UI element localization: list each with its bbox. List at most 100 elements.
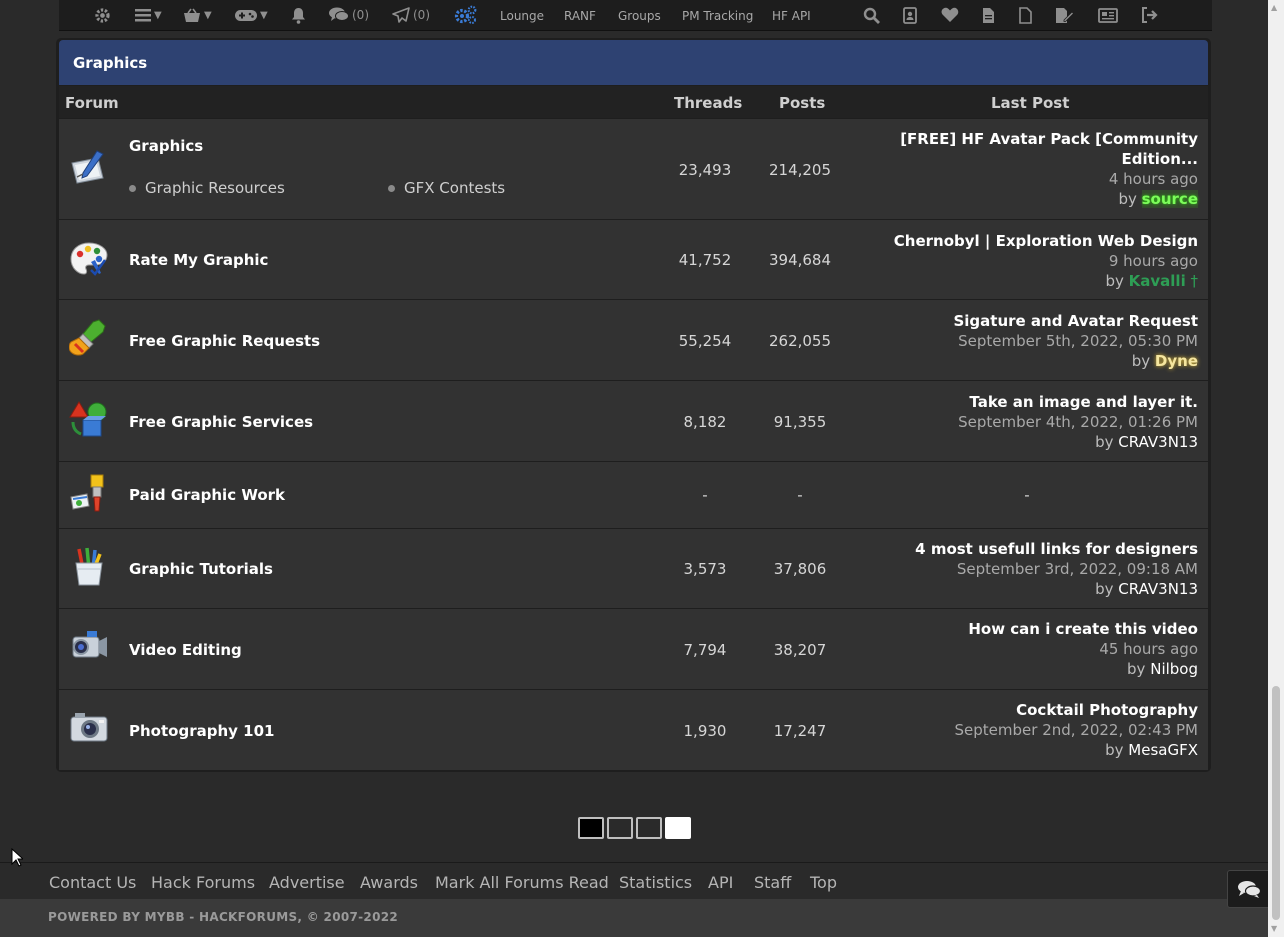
forum-name[interactable]: Paid Graphic Work: [129, 486, 285, 504]
footer-link-hackforums[interactable]: Hack Forums: [151, 873, 255, 892]
last-post-empty: -: [1024, 486, 1030, 504]
posts-count: 214,205: [768, 161, 832, 179]
scroll-up-arrow-icon[interactable]: ▲: [1271, 3, 1277, 12]
pen-tablet-icon: [69, 147, 109, 187]
last-post-user[interactable]: MesaGFX: [1128, 741, 1198, 759]
footer-link-advertise[interactable]: Advertise: [269, 873, 345, 892]
document-icon[interactable]: [982, 5, 995, 25]
conversations-count: (0): [352, 8, 369, 22]
footer-link-api[interactable]: API: [708, 873, 733, 892]
private-messages-link[interactable]: (0): [392, 5, 430, 25]
basket-icon: [183, 8, 201, 23]
footer-link-awards[interactable]: Awards: [360, 873, 418, 892]
scrollbar-thumb[interactable]: [1272, 686, 1280, 920]
footer-copyright-bar: POWERED BY MYBB - HACKFORUMS, © 2007-202…: [0, 899, 1268, 937]
nav-link-groups[interactable]: Groups: [618, 9, 661, 23]
edit-document-icon[interactable]: [1055, 5, 1074, 25]
nav-link-lounge[interactable]: Lounge: [500, 9, 544, 23]
forum-name[interactable]: Free Graphic Requests: [129, 332, 320, 350]
heart-icon[interactable]: [941, 5, 959, 25]
last-post-user[interactable]: Kavalli: [1129, 272, 1186, 290]
last-post: How can i create this video 45 hours ago…: [868, 619, 1198, 679]
caret-down-icon: ▼: [154, 9, 162, 21]
last-post: 4 most usefull links for designers Septe…: [868, 539, 1198, 599]
forum-row: Video Editing 7,794 38,207 How can i cre…: [59, 608, 1208, 689]
market-dropdown[interactable]: ▼: [183, 5, 212, 25]
contacts-icon[interactable]: [903, 5, 917, 25]
last-post-title[interactable]: How can i create this video: [868, 619, 1198, 639]
last-post: Cocktail Photography September 2nd, 2022…: [868, 700, 1198, 760]
forum-name[interactable]: Free Graphic Services: [129, 413, 313, 431]
notifications-bell-icon[interactable]: [291, 5, 306, 25]
footer-link-mark-read[interactable]: Mark All Forums Read: [435, 873, 609, 892]
logout-icon[interactable]: [1141, 5, 1158, 25]
last-post-date: September 3rd, 2022, 09:18 AM: [956, 560, 1198, 578]
last-post-title[interactable]: [FREE] HF Avatar Pack [Community Edition…: [868, 129, 1198, 169]
footer-link-staff[interactable]: Staff: [754, 873, 791, 892]
pm-count: (0): [413, 8, 430, 22]
last-post-date: September 5th, 2022, 05:30 PM: [958, 332, 1198, 350]
threads-count: 3,573: [683, 560, 727, 578]
chat-toggle-button[interactable]: [1227, 870, 1269, 908]
col-forum: Forum: [65, 94, 119, 112]
col-last-post: Last Post: [991, 94, 1070, 112]
last-post-user[interactable]: Nilbog: [1150, 660, 1198, 678]
threads-count: 8,182: [683, 413, 727, 431]
threads-count: 23,493: [678, 161, 732, 179]
last-post-title[interactable]: Chernobyl | Exploration Web Design: [868, 231, 1198, 251]
hamburger-icon: [135, 8, 151, 22]
forum-name[interactable]: Graphic Tutorials: [129, 560, 273, 578]
chat-bubbles-icon: [1238, 881, 1261, 898]
by-label: by: [1105, 741, 1124, 759]
last-post: Chernobyl | Exploration Web Design 9 hou…: [868, 231, 1198, 291]
last-post-title[interactable]: Cocktail Photography: [868, 700, 1198, 720]
mouse-pointer-icon: [11, 848, 23, 867]
search-icon[interactable]: [863, 5, 880, 25]
menu-dropdown[interactable]: ▼: [135, 5, 162, 25]
forum-row: Paid Graphic Work - - -: [59, 461, 1208, 528]
forum-name[interactable]: Photography 101: [129, 722, 274, 740]
subforum-link[interactable]: Graphic Resources: [129, 179, 285, 197]
col-threads: Threads: [674, 94, 743, 112]
last-post-user[interactable]: Dyne: [1155, 352, 1198, 370]
theme-black-button[interactable]: [578, 817, 604, 839]
category-header[interactable]: Graphics: [59, 40, 1208, 85]
blank-document-icon[interactable]: [1019, 5, 1032, 25]
last-post-title[interactable]: 4 most usefull links for designers: [868, 539, 1198, 559]
page-scrollbar[interactable]: ▲ ▼: [1268, 0, 1284, 937]
footer-link-statistics[interactable]: Statistics: [619, 873, 692, 892]
last-post-date: September 4th, 2022, 01:26 PM: [958, 413, 1198, 431]
last-post-user[interactable]: CRAV3N13: [1118, 433, 1198, 451]
usercp-cogs-icon[interactable]: [453, 5, 477, 25]
forum-name[interactable]: Video Editing: [129, 641, 242, 659]
forum-name[interactable]: Graphics: [129, 137, 203, 155]
nav-link-ranf[interactable]: RANF: [564, 9, 596, 23]
last-post-title[interactable]: Sigature and Avatar Request: [868, 311, 1198, 331]
forum-name[interactable]: Rate My Graphic: [129, 251, 268, 269]
theme-gray-button[interactable]: [636, 817, 662, 839]
games-dropdown[interactable]: ▼: [235, 5, 268, 25]
theme-dark-button[interactable]: [607, 817, 633, 839]
footer-link-contact[interactable]: Contact Us: [49, 873, 136, 892]
camera-icon: [69, 708, 109, 748]
last-post-user[interactable]: source: [1141, 190, 1198, 208]
subforum-link[interactable]: GFX Contests: [388, 179, 505, 197]
posts-count: 394,684: [768, 251, 832, 269]
threads-count: 1,930: [683, 722, 727, 740]
by-label: by: [1095, 433, 1114, 451]
conversations-link[interactable]: (0): [329, 5, 369, 25]
subforum-label: Graphic Resources: [145, 179, 285, 197]
footer-link-top[interactable]: Top: [810, 873, 837, 892]
subforum-label: GFX Contests: [404, 179, 506, 197]
settings-gear-icon[interactable]: [94, 5, 111, 25]
last-post-user[interactable]: CRAV3N13: [1118, 580, 1198, 598]
nav-link-pm-tracking[interactable]: PM Tracking: [682, 9, 753, 23]
last-post-title[interactable]: Take an image and layer it.: [868, 392, 1198, 412]
category-title[interactable]: Graphics: [73, 54, 147, 72]
footer-links: Contact Us Hack Forums Advertise Awards …: [0, 862, 1268, 900]
caret-down-icon: ▼: [260, 9, 268, 21]
nav-link-hf-api[interactable]: HF API: [772, 9, 811, 23]
scroll-down-arrow-icon[interactable]: ▼: [1271, 924, 1277, 933]
theme-white-button[interactable]: [665, 817, 691, 839]
newspaper-icon[interactable]: [1098, 5, 1118, 25]
